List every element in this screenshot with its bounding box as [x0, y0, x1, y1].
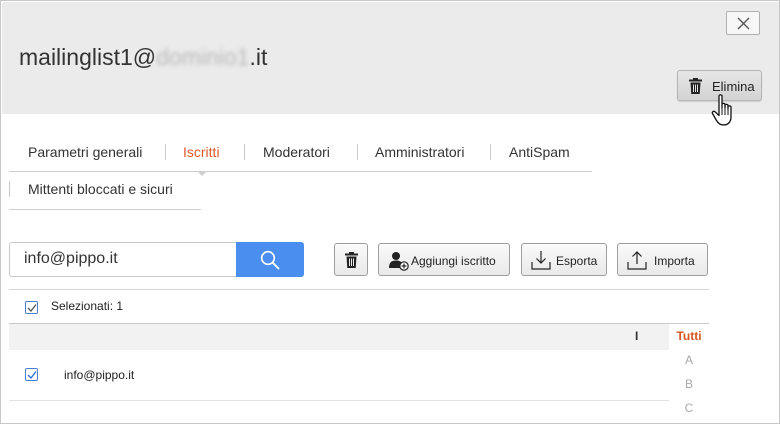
search-button[interactable] [236, 242, 304, 277]
table-row[interactable]: info@pippo.it [9, 350, 669, 401]
tab-separator [490, 144, 491, 160]
tab-mittenti-bloccati[interactable]: Mittenti bloccati e sicuri [28, 181, 173, 197]
alpha-filter-all[interactable]: Tutti [669, 329, 709, 343]
trash-icon [345, 252, 358, 268]
title-suffix: .it [249, 44, 268, 70]
selection-row: Selezionati: 1 [9, 289, 709, 324]
export-label: Esporta [556, 254, 598, 268]
dialog-header: mailinglist1@dominio1.it Elimina [2, 2, 779, 114]
alpha-filter-b[interactable]: B [669, 377, 709, 391]
trash-icon [689, 78, 702, 94]
close-icon [737, 17, 750, 30]
selected-count: Selezionati: 1 [51, 299, 124, 313]
add-user-icon [389, 252, 409, 271]
hand-pointer-cursor-icon [711, 94, 732, 126]
tab-separator [357, 144, 358, 160]
tab-bar: Parametri generali Iscritti Moderatori A… [9, 134, 592, 172]
tab-moderatori[interactable]: Moderatori [263, 144, 330, 160]
page-title: mailinglist1@dominio1.it [19, 44, 267, 71]
search-input[interactable]: info@pippo.it [9, 242, 237, 277]
search-icon [260, 250, 280, 270]
import-label: Importa [654, 254, 695, 268]
select-all-checkbox[interactable] [25, 301, 38, 314]
list-header: I [9, 324, 669, 350]
title-prefix: mailinglist1@ [19, 44, 157, 70]
alphabet-filter: Tutti A B C [669, 324, 709, 423]
delete-selected-button[interactable] [334, 243, 368, 276]
close-button[interactable] [726, 11, 760, 35]
tab-parametri-generali[interactable]: Parametri generali [28, 144, 142, 160]
row-checkbox[interactable] [25, 368, 38, 381]
alpha-filter-c[interactable]: C [669, 401, 709, 415]
download-icon [531, 251, 551, 270]
checkmark-icon [27, 371, 37, 380]
tab-separator [244, 144, 245, 160]
tab-separator [9, 181, 10, 197]
upload-icon [627, 251, 647, 270]
export-button[interactable]: Esporta [521, 243, 607, 276]
tab-bar-row-2: Mittenti bloccati e sicuri [9, 173, 201, 210]
add-subscriber-label: Aggiungi iscritto [411, 254, 496, 268]
column-header: I [635, 329, 639, 343]
delete-list-label: Elimina [712, 79, 755, 94]
import-button[interactable]: Importa [617, 243, 708, 276]
tab-iscritti[interactable]: Iscritti [183, 144, 220, 160]
tab-separator [165, 144, 166, 160]
checkmark-icon [27, 304, 37, 312]
tab-amministratori[interactable]: Amministratori [375, 144, 464, 160]
alpha-filter-a[interactable]: A [669, 353, 709, 367]
dialog-frame: mailinglist1@dominio1.it Elimina Paramet… [0, 0, 780, 424]
subscriber-email: info@pippo.it [64, 368, 135, 382]
title-domain-blurred: dominio1 [156, 44, 250, 70]
tab-antispam[interactable]: AntiSpam [509, 144, 570, 160]
add-subscriber-button[interactable]: Aggiungi iscritto [378, 243, 510, 276]
